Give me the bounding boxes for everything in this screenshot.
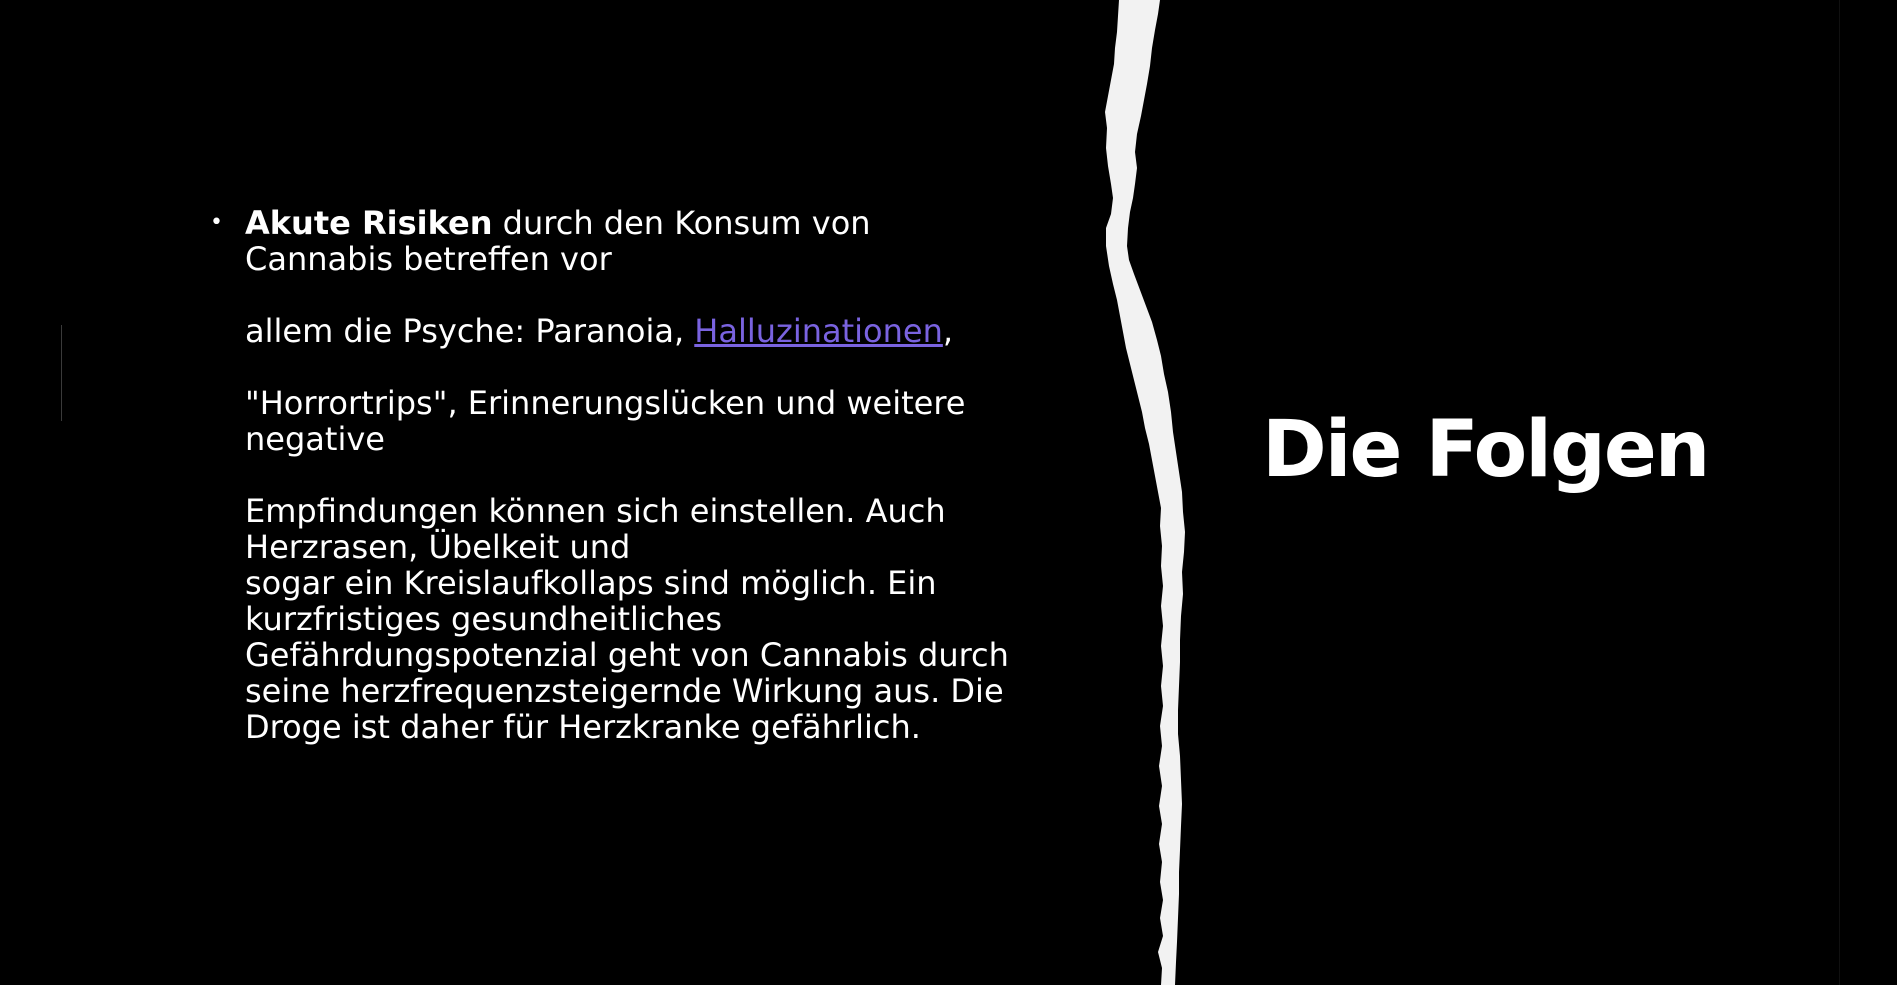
body-line-4: "Horrortrips", Erinnerungslücken und wei…: [245, 384, 966, 422]
bullet-item: • Akute Risiken durch den Konsum von Can…: [210, 205, 1060, 745]
line-3-pre: allem die Psyche: Paranoia,: [245, 312, 695, 350]
body-line-3: allem die Psyche: Paranoia, Halluzinatio…: [245, 313, 1060, 349]
body-line-1: Akute Risiken durch den Konsum von: [245, 205, 1060, 241]
body-line-11: seine herzfrequenzsteigernde Wirkung aus…: [245, 672, 1004, 710]
right-edge-divider: [1839, 0, 1840, 985]
bullet-text: Akute Risiken durch den Konsum von Canna…: [245, 205, 1060, 745]
line-1-rest: durch den Konsum von: [492, 204, 871, 242]
torn-paper-strip: [1105, 0, 1185, 985]
body-line-9: kurzfristiges gesundheitliches: [245, 600, 723, 638]
left-edge-marker: [61, 325, 62, 421]
halluzinationen-link[interactable]: Halluzinationen: [694, 312, 943, 350]
slide-body: • Akute Risiken durch den Konsum von Can…: [210, 205, 1060, 745]
body-line-8: sogar ein Kreislaufkollaps sind möglich.…: [245, 564, 937, 602]
body-line-10: Gefährdungspotenzial geht von Cannabis d…: [245, 636, 1009, 674]
presentation-slide: • Akute Risiken durch den Konsum von Can…: [0, 0, 1897, 985]
slide-title: Die Folgen: [1262, 405, 1710, 495]
torn-paper-divider: [1105, 0, 1185, 985]
line-3-post: ,: [942, 312, 954, 350]
body-line-6: Empfindungen können sich einstellen. Auc…: [245, 492, 946, 530]
body-line-7: Herzrasen, Übelkeit und: [245, 528, 631, 566]
body-line-2: Cannabis betreffen vor: [245, 240, 612, 278]
lead-bold-text: Akute Risiken: [245, 204, 493, 242]
body-line-5: negative: [245, 420, 385, 458]
body-line-12: Droge ist daher für Herzkranke gefährlic…: [245, 708, 921, 746]
bullet-icon: •: [210, 210, 223, 235]
